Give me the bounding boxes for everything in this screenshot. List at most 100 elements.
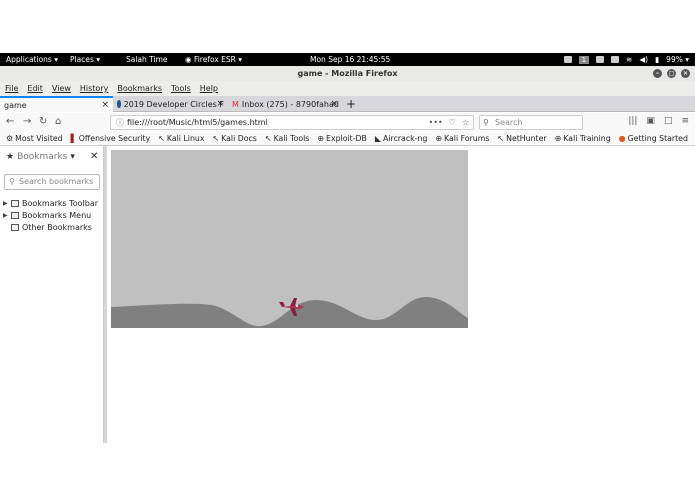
game-canvas[interactable] [111,150,468,328]
firefox-app-menu[interactable]: ◉ Firefox ESR ▾ [185,55,242,64]
url-text[interactable]: file:///root/Music/html5/games.html [127,118,268,127]
menu-file[interactable]: File [5,84,18,93]
bookmark-kali-tools[interactable]: ↖ Kali Tools [265,134,309,143]
offsec-icon: ▌ [70,134,77,143]
tab-label: game [4,100,27,110]
keyboard-icon[interactable] [611,56,620,63]
hamburger-menu-icon[interactable]: ≡ [681,116,689,126]
salah-time-applet[interactable]: Salah Time [126,55,168,64]
new-tab-button[interactable]: + [346,97,356,111]
search-input[interactable]: ⚲ Search [479,115,583,130]
bookmark-offensive-security[interactable]: ▌ Offensive Security [71,134,151,143]
bookmark-label: Offensive Security [78,134,151,143]
bookmark-label: Aircrack-ng [383,134,428,143]
page-actions-icon[interactable]: ••• [429,116,443,129]
bookmarks-toolbar: ⚙ Most Visited ▌ Offensive Security ↖ Kali … [0,132,695,146]
tree-item-label: Bookmarks Toolbar [22,198,99,208]
close-tab-icon[interactable]: × [101,100,109,110]
tab-gmail-inbox[interactable]: M Inbox (275) - 8790fahad × [228,96,342,112]
bookmark-label: Kali Training [563,134,611,143]
bookmarks-sidebar: ★ Bookmarks ▾ ✕ ⚲ Search bookmarks ▶ Boo… [0,146,104,443]
url-actions: ••• ♡ ☆ [429,116,470,129]
pocket-icon[interactable]: ♡ [449,116,456,129]
bookmark-kali-linux[interactable]: ↖ Kali Linux [158,134,204,143]
kali-icon: ↖ [497,134,505,143]
menu-tools[interactable]: Tools [171,84,191,93]
search-icon: ⚲ [9,177,15,186]
system-tray: 1 ≋ ◀) ▮ 99% ▾ [563,55,689,64]
search-placeholder: Search [495,118,523,127]
shield-icon[interactable] [596,56,605,63]
menu-bookmarks[interactable]: Bookmarks [117,84,162,93]
library-icon[interactable]: ||| [628,116,637,126]
search-icon: ⚲ [483,118,489,127]
tab-developer-circles[interactable]: 2019 Developer Circles F × [113,96,228,112]
back-arrow-icon[interactable]: ← [6,116,14,128]
chevron-down-icon: ▾ [70,152,75,162]
tab-label: 2019 Developer Circles F [123,99,224,109]
sidebar-toggle-icon[interactable]: ▣ [646,116,655,126]
star-icon: ★ [6,152,15,162]
tree-item-other-bookmarks[interactable]: Other Bookmarks [3,221,98,233]
tab-bar: game × 2019 Developer Circles F × M Inbo… [0,96,695,112]
globe-icon: ⊕ [317,134,325,143]
menu-edit[interactable]: Edit [27,84,43,93]
bookmark-kali-docs[interactable]: ↖ Kali Docs [212,134,256,143]
bookmark-aircrack-ng[interactable]: ◣ Aircrack-ng [375,134,427,143]
window-title: game - Mozilla Firefox [297,69,398,78]
maximize-button[interactable]: □ [667,69,676,78]
url-bar[interactable]: ⓘ file:///root/Music/html5/games.html ••… [110,115,474,130]
home-icon[interactable]: ⌂ [55,116,61,128]
wifi-icon[interactable]: ≋ [626,55,632,64]
bookmark-star-icon[interactable]: ☆ [462,116,469,129]
video-icon[interactable] [563,56,572,63]
bookmark-kali-forums[interactable]: ⊕ Kali Forums [435,134,489,143]
globe-icon: ⊕ [554,134,562,143]
tree-item-bookmarks-toolbar[interactable]: ▶ Bookmarks Toolbar [3,197,98,209]
close-sidebar-icon[interactable]: ✕ [90,151,98,162]
firefox-app-label: Firefox ESR ▾ [193,55,243,64]
bookmark-most-visited[interactable]: ⚙ Most Visited [6,134,63,143]
bookmark-label: Exploit-DB [326,134,367,143]
toolbar-folder-icon [11,199,19,207]
expand-arrow-icon[interactable]: ▶ [3,212,8,219]
expand-arrow-icon[interactable]: ▶ [3,200,8,207]
tree-item-bookmarks-menu[interactable]: ▶ Bookmarks Menu [3,209,98,221]
tab-game[interactable]: game × [0,96,113,112]
bookmarks-search-input[interactable]: ⚲ Search bookmarks [4,174,100,190]
battery-percent[interactable]: 99% ▾ [666,55,689,64]
close-tab-icon[interactable]: × [216,99,224,109]
places-menu[interactable]: Places ▾ [70,55,100,64]
bookmark-exploit-db[interactable]: ⊕ Exploit-DB [317,134,367,143]
bookmark-kali-training[interactable]: ⊕ Kali Training [555,134,611,143]
menu-view[interactable]: View [52,84,71,93]
info-icon[interactable]: ⓘ [116,116,124,129]
kali-icon: ↖ [158,134,165,143]
bookmark-label: Kali Docs [221,134,257,143]
window-titlebar[interactable]: game - Mozilla Firefox – □ × [0,66,695,81]
reload-icon[interactable]: ↻ [39,116,47,128]
sidebar-switcher[interactable]: ★ Bookmarks ▾ [6,152,75,162]
folder-icon [11,223,19,231]
bookmark-getting-started[interactable]: ● Getting Started [619,134,688,143]
close-tab-icon[interactable]: × [330,99,338,109]
menu-help[interactable]: Help [200,84,218,93]
bookmark-nethunter[interactable]: ↖ NetHunter [497,134,546,143]
bookmark-label: Kali Tools [273,134,310,143]
firefox-icon: ● [618,134,626,143]
workspace-indicator[interactable]: 1 [578,55,590,64]
firefox-icon: ◉ [185,55,194,64]
tree-item-label: Other Bookmarks [22,222,92,232]
menu-history[interactable]: History [80,84,108,93]
tree-item-label: Bookmarks Menu [22,210,92,220]
toolbar-right: ||| ▣ □ ≡ [628,116,689,126]
clock[interactable]: Mon Sep 16 21:45:55 [310,55,390,64]
close-window-button[interactable]: × [681,69,690,78]
applications-menu[interactable]: Applications ▾ [6,55,58,64]
extension-icon[interactable]: □ [664,116,673,126]
minimize-button[interactable]: – [653,69,662,78]
battery-icon[interactable]: ▮ [655,55,659,64]
window-controls: – □ × [653,69,690,78]
forward-arrow-icon[interactable]: → [23,116,31,128]
volume-icon[interactable]: ◀) [639,55,648,64]
